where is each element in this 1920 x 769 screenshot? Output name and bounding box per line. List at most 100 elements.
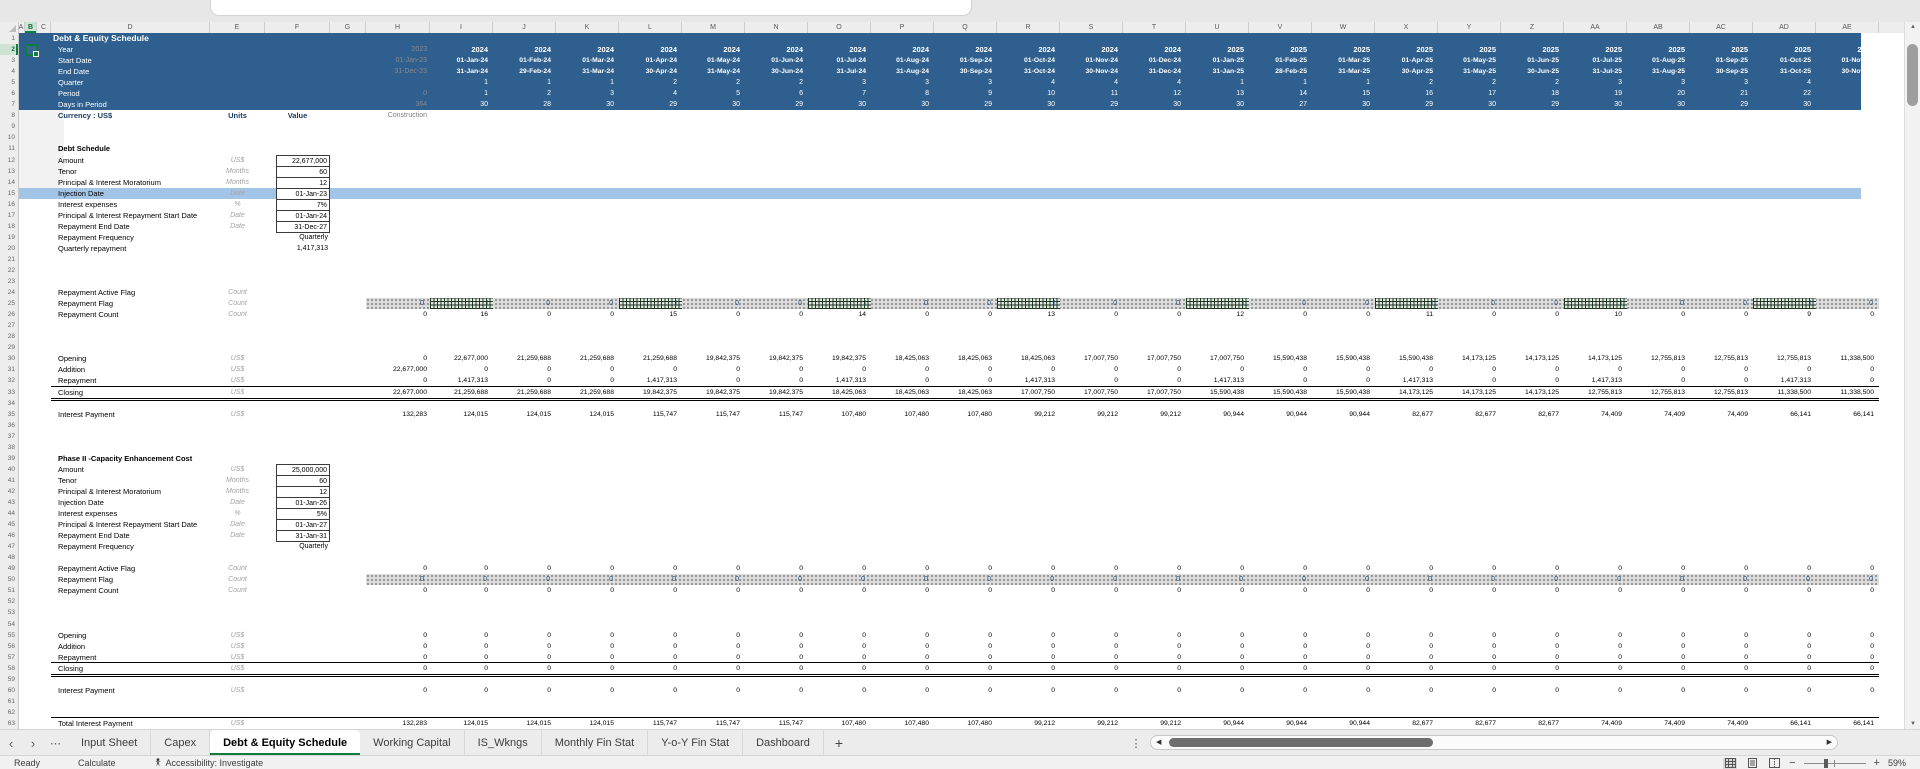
row-header-39[interactable]: 39 [0, 453, 18, 464]
row-label-repayment-count[interactable]: Repayment Count [58, 309, 118, 320]
series-cell[interactable]: 0 [745, 663, 803, 674]
period-header-cell[interactable]: 4 [997, 77, 1055, 88]
series-cell[interactable]: 115,747 [682, 409, 740, 420]
series-cell[interactable]: 0 [1564, 641, 1622, 652]
period-header-cell[interactable]: 01-Jul-24 [808, 55, 866, 66]
row-label-repayment-frequency[interactable]: Repayment Frequency [58, 541, 134, 552]
row-header-18[interactable]: 18 [0, 221, 18, 232]
series-cell[interactable]: 115,747 [682, 718, 740, 729]
row-header-1[interactable]: 1 [0, 33, 18, 44]
series-cell[interactable]: 74,409 [1627, 718, 1685, 729]
row-header-13[interactable]: 13 [0, 166, 18, 177]
period-header-cell[interactable]: 2025 [1312, 44, 1370, 55]
series-cell[interactable]: 66,141 [1753, 718, 1811, 729]
period-header-cell[interactable]: 18 [1501, 88, 1559, 99]
flag-value[interactable]: 0 [556, 574, 613, 585]
series-cell[interactable]: 0 [366, 309, 427, 320]
series-cell[interactable]: 107,480 [871, 409, 929, 420]
series-cell[interactable]: 74,409 [1564, 718, 1622, 729]
flag-value[interactable]: 0 [808, 574, 865, 585]
flag-value[interactable]: 0 [1690, 298, 1747, 309]
series-cell[interactable]: 0 [1816, 309, 1874, 320]
series-cell[interactable]: 0 [493, 663, 551, 674]
row-label-repayment-count[interactable]: Repayment Count [58, 585, 118, 596]
series-cell[interactable]: 22,677,000 [430, 353, 488, 364]
column-header-B[interactable]: B [25, 22, 37, 33]
row-label-total-interest-payment[interactable]: Total Interest Payment [58, 718, 133, 729]
period-header-cell[interactable]: 30-Sep-25 [1690, 66, 1748, 77]
series-cell[interactable]: 18,425,063 [871, 353, 929, 364]
series-cell[interactable]: 0 [556, 685, 614, 696]
flag-value[interactable]: 0 [1375, 574, 1432, 585]
series-cell[interactable]: 66,141 [1753, 409, 1811, 420]
series-cell[interactable]: 0 [1312, 563, 1370, 574]
series-cell[interactable]: 0 [1060, 563, 1118, 574]
series-cell[interactable]: 82,677 [1375, 409, 1433, 420]
selected-cell-cursor[interactable] [25, 44, 39, 58]
series-cell[interactable]: 12,755,813 [1564, 387, 1622, 398]
series-cell[interactable]: 0 [556, 309, 614, 320]
status-accessibility[interactable]: Accessibility: Investigate [154, 758, 263, 768]
period-header-cell[interactable]: 31-May-25 [1438, 66, 1496, 77]
series-cell[interactable]: 17,007,750 [997, 387, 1055, 398]
series-cell[interactable]: 12,755,813 [1627, 387, 1685, 398]
column-header-H[interactable]: H [366, 22, 430, 33]
series-cell[interactable]: 0 [366, 630, 427, 641]
series-cell[interactable]: 0 [1753, 641, 1811, 652]
period-header-cell[interactable]: 01-Apr-24 [619, 55, 677, 66]
flag-value[interactable]: 0 [745, 298, 802, 309]
series-cell[interactable]: 0 [1186, 641, 1244, 652]
series-cell[interactable]: 0 [1249, 563, 1307, 574]
period-header-cell[interactable]: 2 [1501, 77, 1559, 88]
row-header-45[interactable]: 45 [0, 519, 18, 530]
series-cell[interactable]: 0 [1753, 585, 1811, 596]
series-cell[interactable]: 0 [1060, 641, 1118, 652]
series-cell[interactable]: 0 [556, 630, 614, 641]
series-cell[interactable]: 17,007,750 [1123, 387, 1181, 398]
series-cell[interactable]: 0 [1501, 641, 1559, 652]
series-cell[interactable]: 124,015 [556, 718, 614, 729]
column-header-F[interactable]: F [265, 22, 330, 33]
series-cell[interactable]: 0 [808, 641, 866, 652]
tab-kebab-menu[interactable]: ⋮ [1128, 730, 1144, 756]
period-header-cell[interactable]: 2024 [430, 44, 488, 55]
add-sheet-button[interactable]: + [824, 730, 854, 756]
series-cell[interactable]: 14,173,125 [1375, 387, 1433, 398]
flag-value[interactable]: 1 [430, 298, 489, 309]
series-cell[interactable]: 0 [1375, 641, 1433, 652]
series-cell[interactable]: 0 [619, 663, 677, 674]
row-label-principal-interest-repayment-start-date[interactable]: Principal & Interest Repayment Start Dat… [58, 210, 197, 221]
period-header-cell[interactable]: 2 [1375, 77, 1433, 88]
series-cell[interactable]: 12 [1186, 309, 1244, 320]
series-cell[interactable]: 0 [682, 364, 740, 375]
series-cell[interactable]: 0 [1816, 641, 1874, 652]
period-header-cell[interactable]: 30 [430, 99, 488, 110]
period-header-cell[interactable]: 8 [871, 88, 929, 99]
series-cell[interactable]: 0 [1375, 630, 1433, 641]
series-cell[interactable]: 90,944 [1186, 409, 1244, 420]
row-header-29[interactable]: 29 [0, 342, 18, 353]
series-cell[interactable]: 0 [1186, 563, 1244, 574]
series-cell[interactable]: 132,283 [366, 409, 427, 420]
column-header-AD[interactable]: AD [1753, 22, 1816, 33]
sheet-tab-capex[interactable]: Capex [151, 730, 211, 756]
series-cell[interactable]: 124,015 [430, 409, 488, 420]
row-header-38[interactable]: 38 [0, 442, 18, 453]
row-header-62[interactable]: 62 [0, 707, 18, 718]
series-cell[interactable]: 0 [1186, 630, 1244, 641]
series-cell[interactable]: 14,173,125 [1438, 387, 1496, 398]
construction-value[interactable] [366, 77, 427, 88]
row-label-repayment-frequency[interactable]: Repayment Frequency [58, 232, 134, 243]
series-cell[interactable]: 115,747 [619, 718, 677, 729]
series-cell[interactable]: 0 [1438, 364, 1496, 375]
period-header-cell[interactable]: 29 [934, 99, 992, 110]
series-cell[interactable]: 0 [556, 585, 614, 596]
series-cell[interactable]: 0 [934, 630, 992, 641]
series-cell[interactable]: 0 [1060, 685, 1118, 696]
series-cell[interactable]: 0 [1375, 585, 1433, 596]
flag-value[interactable]: 0 [1438, 298, 1495, 309]
period-header-cell[interactable]: 2024 [871, 44, 929, 55]
tab-nav-more[interactable]: ⋯ [44, 730, 68, 756]
series-cell[interactable]: 124,015 [493, 718, 551, 729]
period-header-cell[interactable]: 2025 [1564, 44, 1622, 55]
